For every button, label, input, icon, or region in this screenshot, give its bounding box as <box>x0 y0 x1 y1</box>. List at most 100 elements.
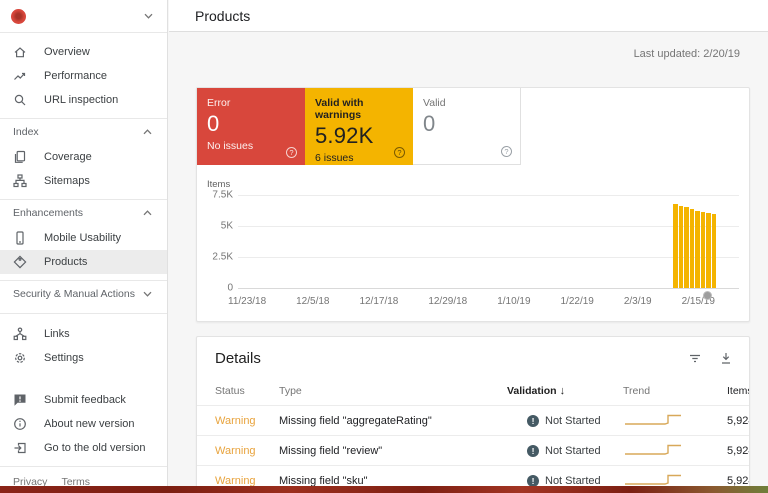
trending-up-icon <box>13 69 27 83</box>
table-row[interactable]: Warning Missing field "aggregateRating" … <box>197 406 749 436</box>
x-tick-label: 12/17/18 <box>359 296 398 307</box>
sidebar-item-overview[interactable]: Overview <box>0 40 167 64</box>
help-icon[interactable] <box>394 147 405 158</box>
sidebar-section-enhancements[interactable]: Enhancements <box>0 200 167 226</box>
app-root: Overview Performance URL inspection Inde… <box>0 0 768 493</box>
chart-annotation-marker[interactable] <box>703 291 712 300</box>
sidebar-item-label: Sitemaps <box>44 175 90 187</box>
background-photo-strip <box>0 486 768 493</box>
gear-icon <box>13 351 27 365</box>
not-started-icon <box>527 445 539 457</box>
chart-bar[interactable] <box>673 204 678 288</box>
sidebar-item-about-new-version[interactable]: About new version <box>0 412 167 436</box>
section-label: Index <box>13 126 39 138</box>
items-count: 5,924 <box>727 415 750 427</box>
sidebar-section-index[interactable]: Index <box>0 119 167 145</box>
info-icon <box>13 417 27 431</box>
status-badge: Warning <box>215 415 279 427</box>
home-icon <box>13 45 27 59</box>
items-count: 5,924 <box>727 445 750 457</box>
sidebar-item-settings[interactable]: Settings <box>0 346 167 370</box>
table-header-row: Status Type Validation Trend Items <box>197 376 749 406</box>
download-icon[interactable] <box>719 352 733 365</box>
sidebar-item-label: Links <box>44 328 70 340</box>
chart-bar[interactable] <box>684 207 689 288</box>
card-label: Error <box>207 97 295 109</box>
chart-bar[interactable] <box>690 209 695 288</box>
column-header-items: Items <box>727 385 750 397</box>
y-tick-label: 7.5K <box>207 190 233 201</box>
card-label: Valid with warnings <box>315 97 403 121</box>
sidebar: Overview Performance URL inspection Inde… <box>0 0 168 493</box>
summary-chart-panel: Error 0 No issues Valid with warnings 5.… <box>196 87 750 322</box>
table-row[interactable]: Warning Missing field "review" Not Start… <box>197 436 749 466</box>
sidebar-item-label: Mobile Usability <box>44 232 121 244</box>
valid-with-warnings-card[interactable]: Valid with warnings 5.92K 6 issues <box>305 88 413 165</box>
validation-state: Not Started <box>545 475 601 487</box>
sitemap-tree-icon <box>13 174 27 188</box>
chevron-down-icon <box>144 13 153 19</box>
sidebar-item-submit-feedback[interactable]: Submit feedback <box>0 388 167 412</box>
sort-desc-icon <box>560 385 566 397</box>
issue-type: Missing field "sku" <box>279 475 507 487</box>
chart-bar[interactable] <box>679 206 684 288</box>
sidebar-item-label: Go to the old version <box>44 442 146 454</box>
chart-plot-area: 7.5K5K2.5K0 <box>238 195 739 289</box>
sidebar-item-links[interactable]: Links <box>0 322 167 346</box>
chart-bar[interactable] <box>706 213 711 288</box>
sidebar-item-label: URL inspection <box>44 94 118 106</box>
chart-bar[interactable] <box>695 211 700 288</box>
sidebar-item-label: About new version <box>44 418 135 430</box>
chart-x-axis: 11/23/1812/5/1812/17/1812/29/181/10/191/… <box>228 296 715 307</box>
sidebar-item-coverage[interactable]: Coverage <box>0 145 167 169</box>
chart-bar[interactable] <box>701 212 706 288</box>
y-tick-label: 5K <box>207 220 233 231</box>
gridline <box>238 226 739 227</box>
sidebar-item-products[interactable]: Products <box>0 250 167 274</box>
x-tick-label: 12/5/18 <box>296 296 329 307</box>
chart-bar[interactable] <box>712 214 717 288</box>
sidebar-section-security[interactable]: Security & Manual Actions <box>0 281 167 307</box>
card-value: 0 <box>207 111 295 137</box>
y-tick-label: 0 <box>207 282 233 293</box>
items-chart: Items 7.5K5K2.5K0 11/23/18 12/5/18 12/17/1… <box>197 165 749 307</box>
report-content: Last updated: 2/20/19 Error 0 No issues … <box>169 48 768 493</box>
trend-sparkline <box>623 440 727 461</box>
feedback-icon <box>13 393 27 407</box>
section-label: Enhancements <box>13 207 83 219</box>
not-started-icon <box>527 415 539 427</box>
x-tick-label: 11/23/18 <box>228 296 266 307</box>
issue-type: Missing field "aggregateRating" <box>279 415 507 427</box>
column-header-status: Status <box>215 385 279 397</box>
chevron-up-icon <box>143 129 152 135</box>
x-tick-label: 12/29/18 <box>428 296 467 307</box>
card-sub: 6 issues <box>315 152 403 164</box>
sidebar-item-label: Coverage <box>44 151 92 163</box>
column-header-trend: Trend <box>623 385 727 397</box>
search-icon <box>13 93 27 107</box>
valid-card[interactable]: Valid 0 <box>413 88 521 165</box>
sidebar-item-performance[interactable]: Performance <box>0 64 167 88</box>
help-icon[interactable] <box>501 146 512 157</box>
sidebar-item-sitemaps[interactable]: Sitemaps <box>0 169 167 193</box>
issue-type: Missing field "review" <box>279 445 507 457</box>
smartphone-icon <box>13 231 27 245</box>
filter-icon[interactable] <box>688 352 702 365</box>
sidebar-item-label: Performance <box>44 70 107 82</box>
help-icon[interactable] <box>286 147 297 158</box>
page-title: Products <box>195 8 250 24</box>
sidebar-item-url-inspection[interactable]: URL inspection <box>0 88 167 112</box>
chart-y-axis-title: Items <box>207 179 739 191</box>
sidebar-item-mobile-usability[interactable]: Mobile Usability <box>0 226 167 250</box>
property-selector[interactable] <box>0 0 167 33</box>
property-favicon <box>11 9 26 24</box>
gridline <box>238 195 739 196</box>
details-panel: Details Status Type Validation Trend Ite… <box>196 336 750 493</box>
sidebar-item-go-old-version[interactable]: Go to the old version <box>0 436 167 460</box>
links-tree-icon <box>13 327 27 341</box>
error-card[interactable]: Error 0 No issues <box>197 88 305 165</box>
column-header-validation[interactable]: Validation <box>507 385 623 397</box>
sidebar-nav: Overview Performance URL inspection Inde… <box>0 33 167 488</box>
card-value: 5.92K <box>315 123 403 149</box>
product-tag-icon <box>13 255 27 269</box>
